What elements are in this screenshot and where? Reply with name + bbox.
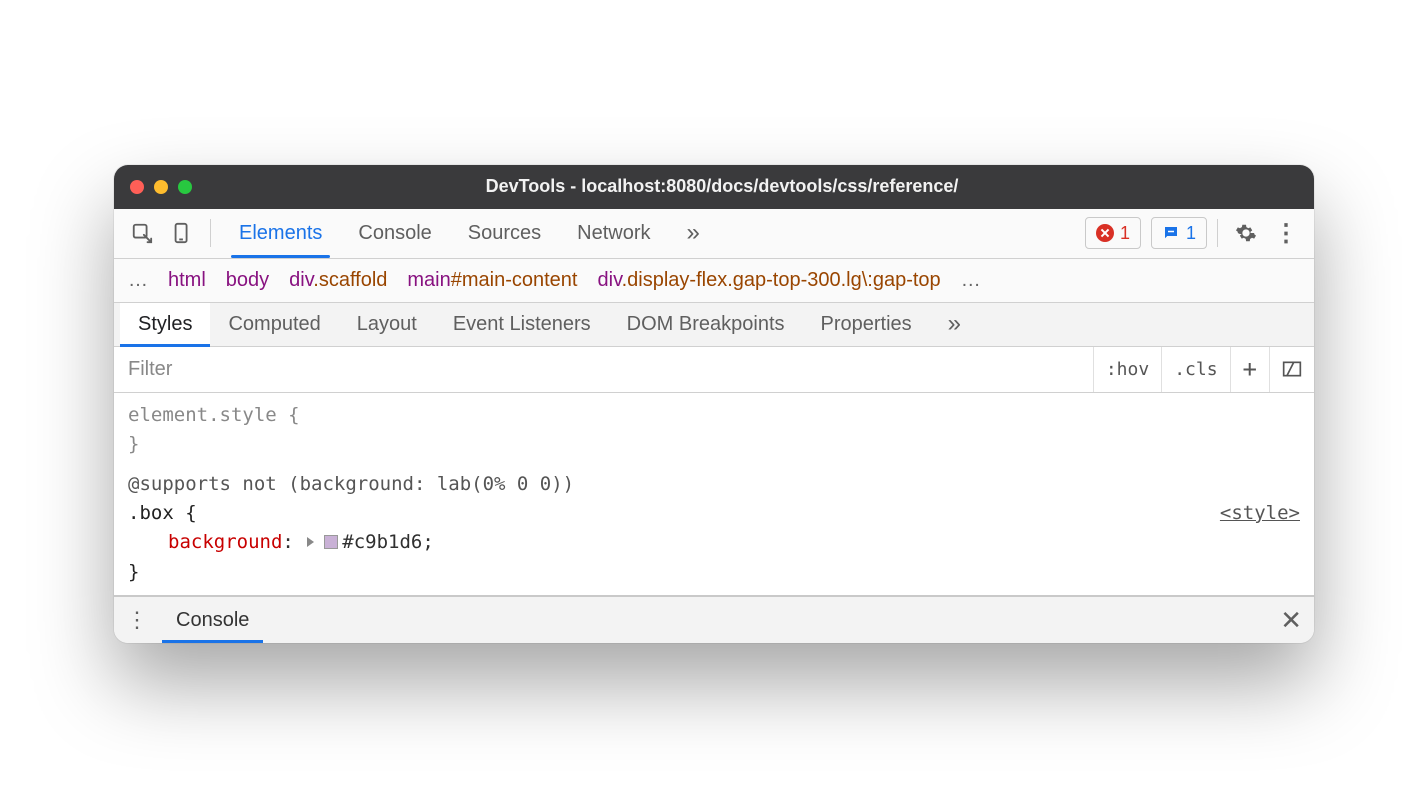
- subtabs-overflow-icon[interactable]: »: [930, 303, 979, 346]
- at-rule: @supports not (background: lab(0% 0 0)): [128, 473, 574, 495]
- window-title: DevTools - localhost:8080/docs/devtools/…: [192, 176, 1298, 197]
- settings-gear-icon[interactable]: [1228, 215, 1264, 251]
- rendering-emulations-icon[interactable]: [1269, 347, 1314, 392]
- styles-sidebar-tabs: Styles Computed Layout Event Listeners D…: [114, 303, 1314, 347]
- css-selector[interactable]: .box {: [128, 499, 197, 528]
- styles-filter-input[interactable]: [114, 347, 1093, 392]
- subtab-styles[interactable]: Styles: [120, 303, 210, 346]
- rule-close: }: [128, 433, 139, 455]
- toggle-cls-button[interactable]: .cls: [1161, 347, 1229, 392]
- breadcrumb-item[interactable]: div.display-flex.gap-top-300.lg\:gap-top: [598, 269, 941, 292]
- subtab-properties[interactable]: Properties: [803, 303, 930, 346]
- styles-pane[interactable]: element.style { } @supports not (backgro…: [114, 393, 1314, 596]
- tab-elements[interactable]: Elements: [221, 209, 340, 258]
- rule-close: }: [128, 561, 139, 583]
- styles-filter-bar: :hov .cls +: [114, 347, 1314, 393]
- separator: [210, 219, 211, 247]
- color-swatch-icon[interactable]: [324, 535, 338, 549]
- minimize-window-button[interactable]: [154, 180, 168, 194]
- new-style-rule-button[interactable]: +: [1230, 347, 1269, 392]
- error-icon: [1096, 224, 1114, 242]
- subtab-layout[interactable]: Layout: [339, 303, 435, 346]
- zoom-window-button[interactable]: [178, 180, 192, 194]
- close-window-button[interactable]: [130, 180, 144, 194]
- css-property[interactable]: background: [168, 531, 282, 553]
- expand-triangle-icon[interactable]: [307, 537, 314, 547]
- toggle-hov-button[interactable]: :hov: [1093, 347, 1161, 392]
- breadcrumb-overflow-right[interactable]: …: [961, 269, 981, 292]
- elements-breadcrumb: … html body div.scaffold main#main-conte…: [114, 259, 1314, 303]
- close-drawer-icon[interactable]: ✕: [1280, 605, 1302, 636]
- console-drawer: ⋮ Console ✕: [114, 595, 1314, 643]
- breadcrumb-item[interactable]: html: [168, 269, 206, 292]
- breadcrumb-item[interactable]: div.scaffold: [289, 269, 387, 292]
- titlebar: DevTools - localhost:8080/docs/devtools/…: [114, 165, 1314, 209]
- breadcrumb-item[interactable]: body: [226, 269, 269, 292]
- issues-badge[interactable]: 1: [1151, 217, 1207, 249]
- more-menu-icon[interactable]: ⋮: [1268, 215, 1304, 251]
- issue-count: 1: [1186, 223, 1196, 244]
- stylesheet-link[interactable]: <style>: [1220, 499, 1300, 528]
- devtools-window: DevTools - localhost:8080/docs/devtools/…: [114, 165, 1314, 644]
- drawer-tab-console[interactable]: Console: [162, 597, 263, 643]
- tab-sources[interactable]: Sources: [450, 209, 559, 258]
- errors-badge[interactable]: 1: [1085, 217, 1141, 249]
- subtab-event-listeners[interactable]: Event Listeners: [435, 303, 609, 346]
- error-count: 1: [1120, 223, 1130, 244]
- main-toolbar: Elements Console Sources Network » 1 1 ⋮: [114, 209, 1314, 259]
- subtab-dom-breakpoints[interactable]: DOM Breakpoints: [609, 303, 803, 346]
- separator: [1217, 219, 1218, 247]
- breadcrumb-item[interactable]: main#main-content: [407, 269, 577, 292]
- device-toggle-icon[interactable]: [164, 215, 200, 251]
- traffic-lights: [130, 180, 192, 194]
- subtab-computed[interactable]: Computed: [210, 303, 338, 346]
- tabs-overflow-icon[interactable]: »: [669, 209, 718, 258]
- issue-icon: [1162, 224, 1180, 242]
- tab-network[interactable]: Network: [559, 209, 668, 258]
- inspect-icon[interactable]: [124, 215, 160, 251]
- element-style-header: element.style {: [128, 404, 300, 426]
- drawer-menu-icon[interactable]: ⋮: [126, 607, 148, 633]
- tab-console[interactable]: Console: [340, 209, 449, 258]
- css-value[interactable]: #c9b1d6: [342, 531, 422, 553]
- breadcrumb-overflow-left[interactable]: …: [128, 269, 148, 292]
- panel-tabs: Elements Console Sources Network »: [221, 209, 718, 258]
